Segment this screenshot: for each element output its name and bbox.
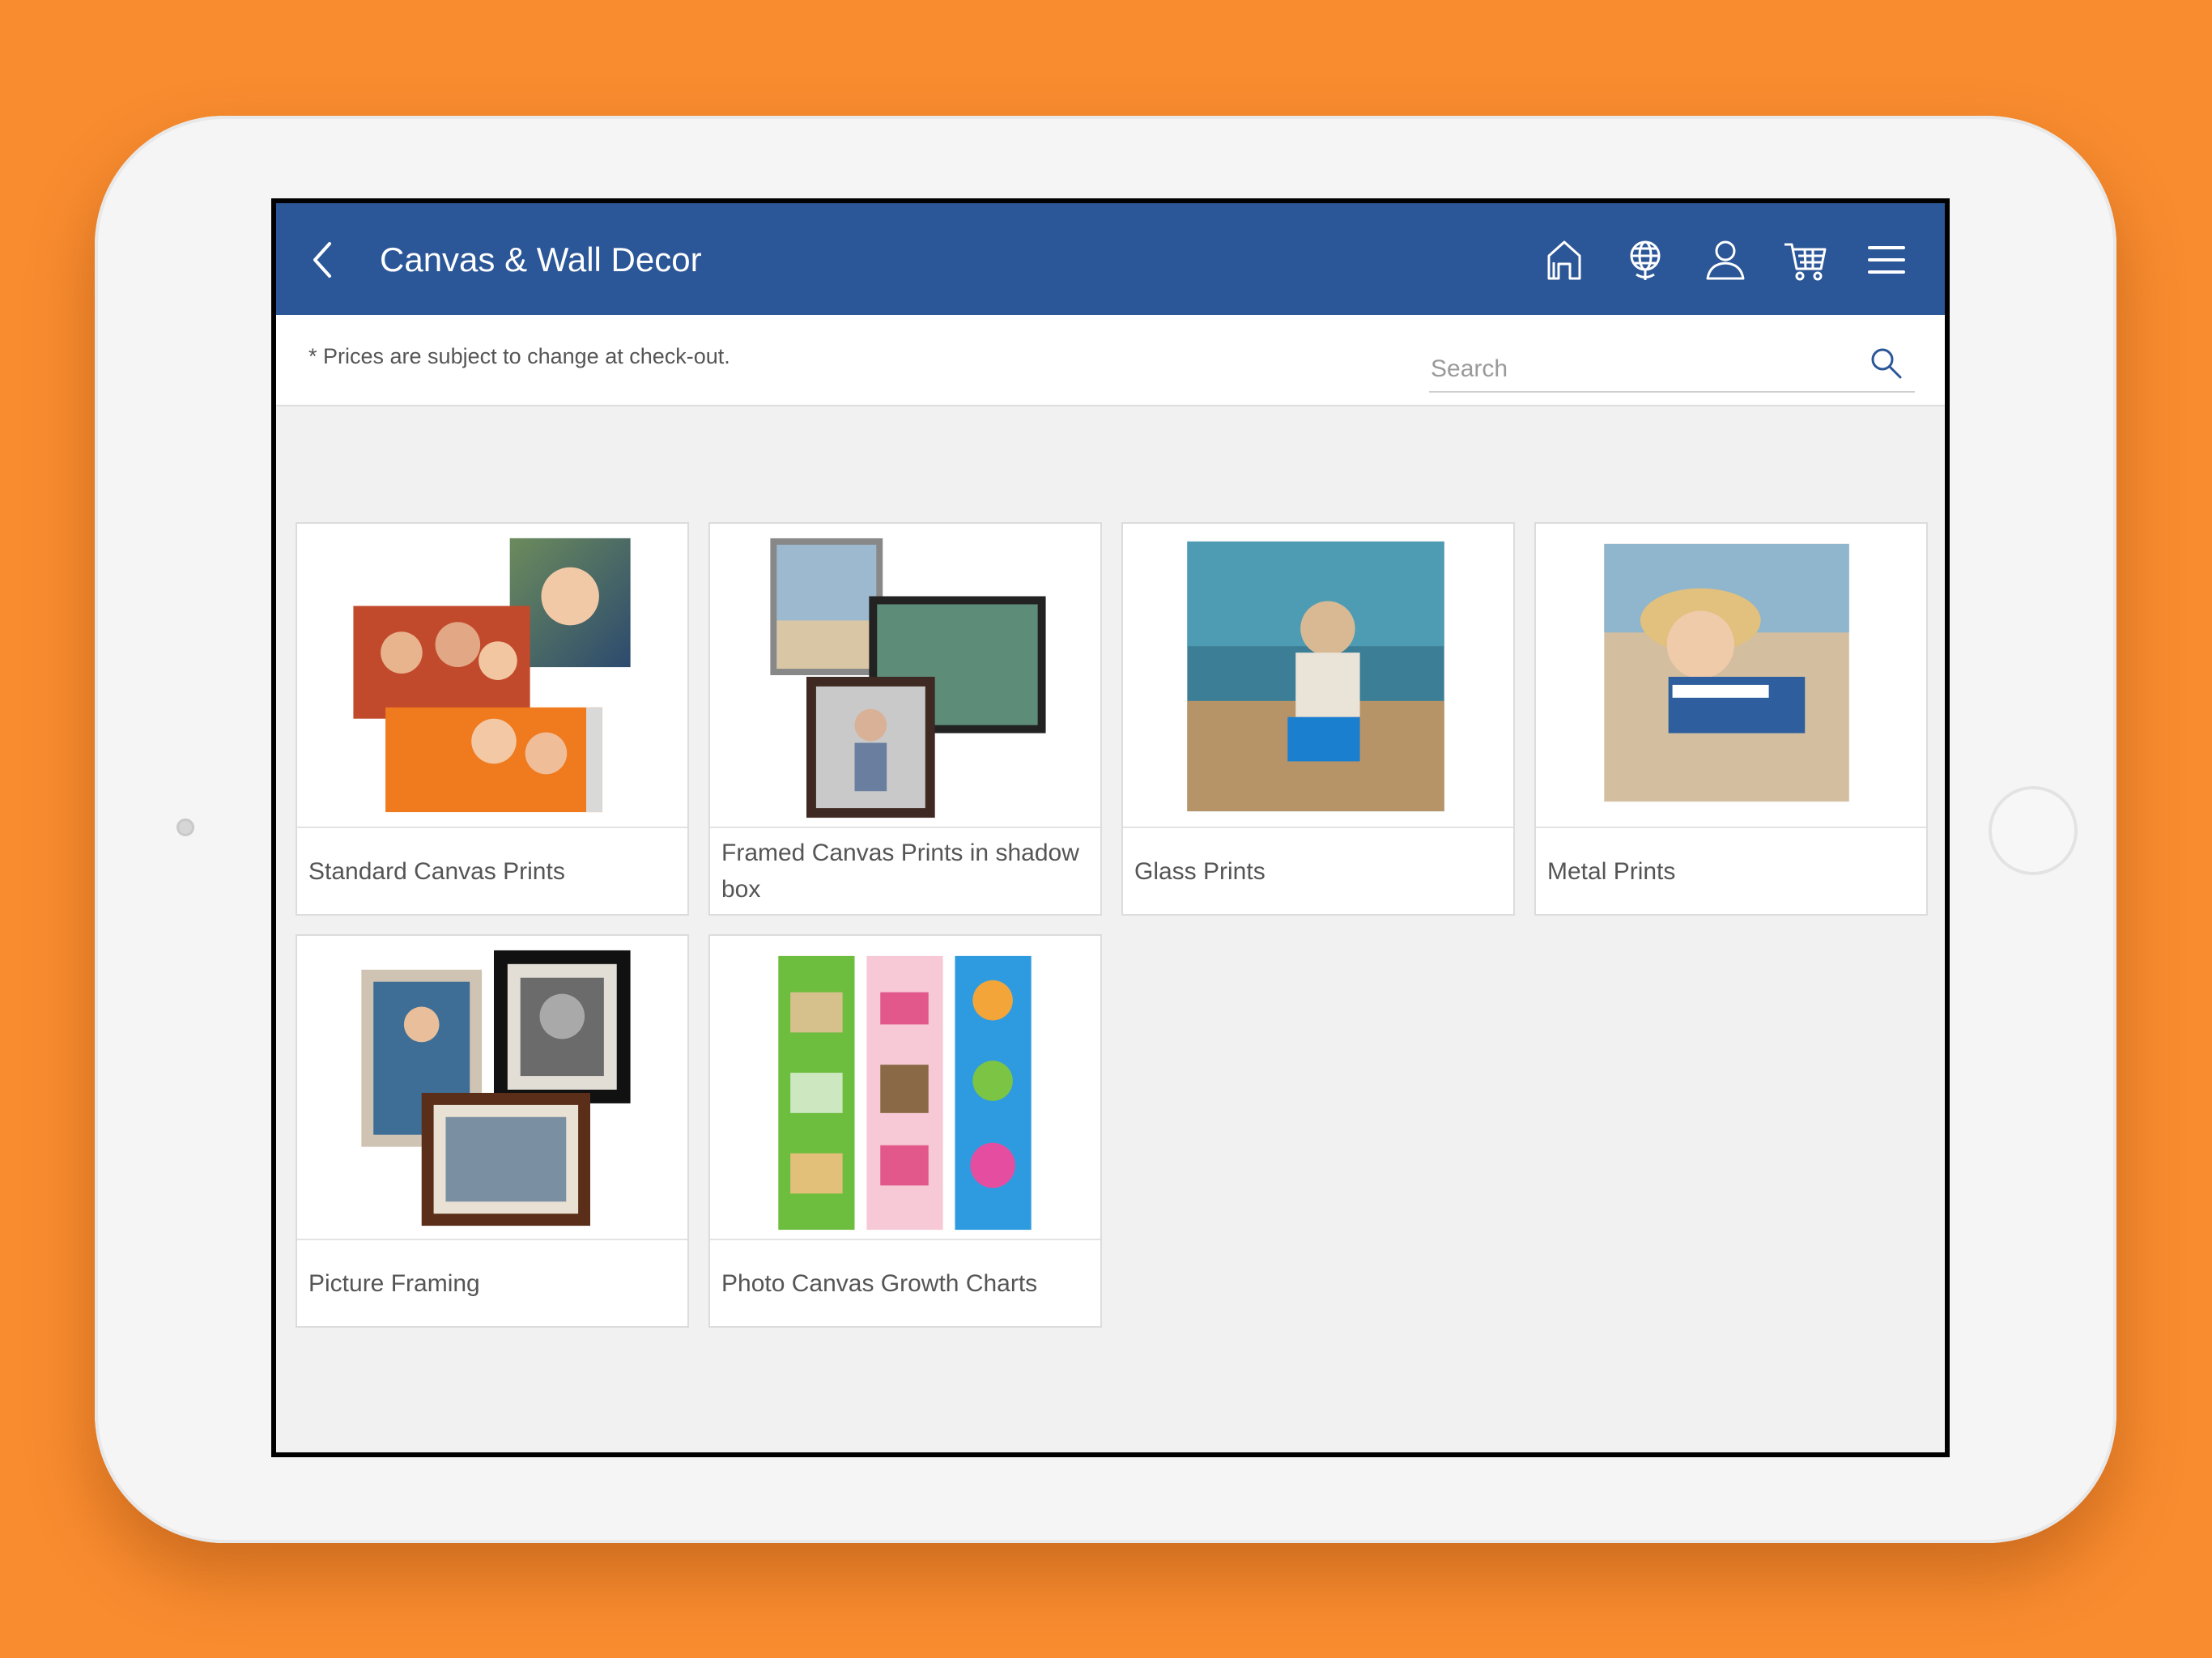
device-home-button[interactable]	[1989, 786, 2078, 875]
price-notice: * Prices are subject to change at check-…	[308, 344, 730, 368]
product-label: Picture Framing	[308, 1269, 480, 1297]
product-card-metal-prints[interactable]: Metal Prints	[1534, 522, 1928, 916]
globe-icon[interactable]	[1620, 235, 1670, 285]
page-title: Canvas & Wall Decor	[380, 240, 702, 278]
user-icon[interactable]	[1700, 235, 1750, 285]
product-label: Framed Canvas Prints in shadow box	[721, 840, 1079, 903]
product-card-photo-canvas-growth-charts[interactable]: Photo Canvas Growth Charts	[708, 934, 1102, 1328]
home-icon[interactable]	[1539, 235, 1589, 285]
product-image-standard-canvas	[297, 524, 687, 828]
hamburger-menu-icon[interactable]	[1861, 235, 1912, 285]
product-card-standard-canvas-prints[interactable]: Standard Canvas Prints	[296, 522, 689, 916]
product-image-glass-prints	[1123, 524, 1513, 828]
product-card-framed-canvas-prints[interactable]: Framed Canvas Prints in shadow box	[708, 522, 1102, 916]
product-label: Photo Canvas Growth Charts	[721, 1269, 1038, 1297]
search-icon[interactable]	[1866, 344, 1907, 385]
product-image-metal-prints	[1536, 524, 1926, 828]
search-box	[1429, 344, 1915, 393]
product-image-picture-framing	[297, 936, 687, 1240]
cart-icon[interactable]	[1780, 235, 1831, 285]
front-camera	[177, 818, 194, 836]
product-card-glass-prints[interactable]: Glass Prints	[1121, 522, 1515, 916]
product-card-picture-framing[interactable]: Picture Framing	[296, 934, 689, 1328]
product-image-growth-charts	[710, 936, 1100, 1240]
product-image-framed-canvas	[710, 524, 1100, 828]
product-label: Glass Prints	[1134, 857, 1266, 885]
product-label: Metal Prints	[1547, 857, 1676, 885]
back-chevron-icon[interactable]	[300, 236, 349, 284]
info-search-bar: * Prices are subject to change at check-…	[276, 315, 1945, 406]
app-screen: Canvas & Wall Decor * Prices are subject…	[276, 203, 1945, 1452]
app-bar: Canvas & Wall Decor	[276, 203, 1945, 315]
search-input[interactable]	[1429, 351, 1853, 388]
tablet-screen: Canvas & Wall Decor * Prices are subject…	[271, 198, 1950, 1457]
product-label: Standard Canvas Prints	[308, 857, 565, 885]
